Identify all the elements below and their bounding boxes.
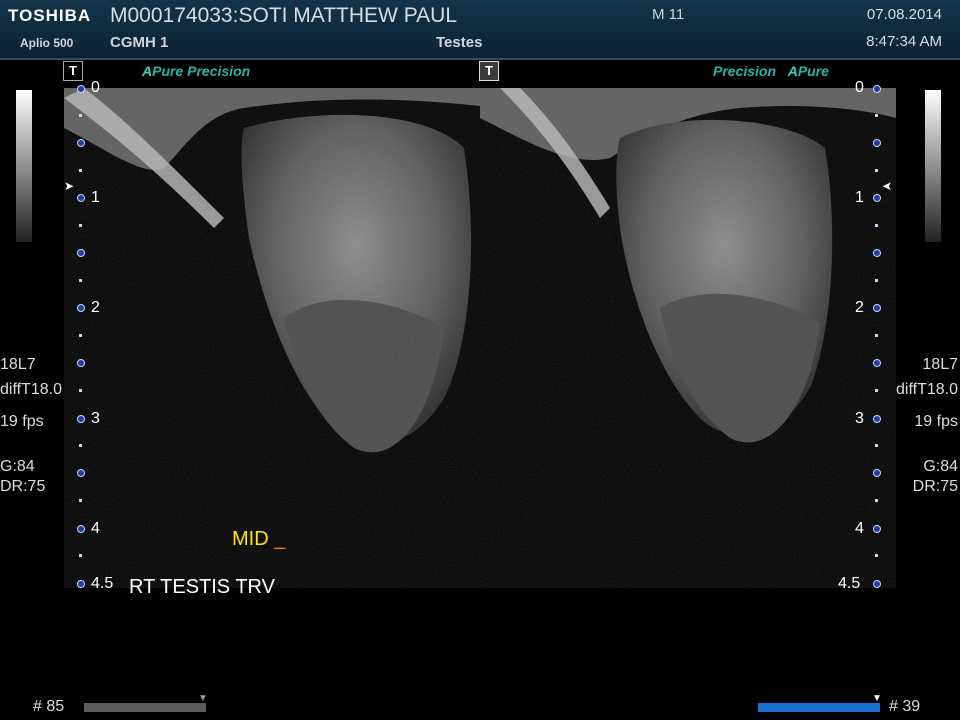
right-ultrasound-image[interactable] xyxy=(480,88,896,588)
depth-label: 4.5 xyxy=(838,575,861,592)
right-grayscale-bar xyxy=(925,90,941,242)
header-bar: TOSHIBA Aplio 500 M000174033:SOTI MATTHE… xyxy=(0,0,960,60)
mechanical-index: M 11 xyxy=(652,6,685,23)
apure-a-letter: A xyxy=(787,63,798,79)
depth-tick xyxy=(79,389,82,392)
focus-marker-icon[interactable]: ➤ xyxy=(882,179,892,193)
right-cine-bar[interactable] xyxy=(758,703,880,712)
depth-tick xyxy=(79,169,82,172)
depth-tick xyxy=(875,279,878,282)
depth-label: 1 xyxy=(855,189,864,206)
brand-logo: TOSHIBA xyxy=(8,6,92,25)
depth-tick xyxy=(875,169,878,172)
text-cursor: _ xyxy=(274,528,286,550)
apure-a-letter: A xyxy=(142,63,153,79)
depth-label: 3 xyxy=(91,410,100,427)
depth-tick xyxy=(875,389,878,392)
cine-pointer-icon: ▼ xyxy=(872,693,882,704)
depth-tick xyxy=(875,554,878,557)
depth-tick xyxy=(875,444,878,447)
left-transducer: 18L7 xyxy=(0,356,36,373)
annotation-mid-text: MID xyxy=(232,528,269,550)
t-mode-icon[interactable]: T xyxy=(63,61,83,81)
apure-text: Pure xyxy=(797,63,829,79)
depth-label: 4 xyxy=(91,520,100,537)
exam-time: 8:47:34 AM xyxy=(866,33,942,50)
left-mode-label: APure Precision xyxy=(142,63,250,79)
precision-text: Precision xyxy=(713,63,777,79)
exam-date: 07.08.2014 xyxy=(866,6,942,23)
left-dynamic-range: DR:75 xyxy=(0,478,46,495)
scanner-model: Aplio 500 xyxy=(20,36,74,50)
depth-label: 4 xyxy=(855,520,864,537)
depth-tick xyxy=(875,224,878,227)
right-transducer: 18L7 xyxy=(922,356,958,373)
right-dynamic-range: DR:75 xyxy=(912,478,958,495)
depth-label: 2 xyxy=(855,299,864,316)
right-cine-frame: # 39 xyxy=(889,698,921,715)
left-cine-frame: # 85 xyxy=(33,698,65,715)
left-ultrasound-image[interactable] xyxy=(64,88,480,588)
depth-tick xyxy=(79,554,82,557)
site-name: CGMH 1 xyxy=(110,34,169,51)
patient-id: M000174033:SOTI MATTHEW PAUL xyxy=(110,4,458,27)
annotation-mid[interactable]: MID _ xyxy=(232,528,285,551)
right-gain: G:84 xyxy=(923,458,958,475)
right-harmonic: diffT18.0 xyxy=(896,381,958,398)
depth-label: 2 xyxy=(91,299,100,316)
left-harmonic: diffT18.0 xyxy=(0,381,62,398)
t-mode-icon[interactable]: T xyxy=(479,61,499,81)
depth-tick xyxy=(79,334,82,337)
depth-label: 0 xyxy=(91,79,100,96)
left-frame-rate: 19 fps xyxy=(0,413,44,430)
depth-label: 0 xyxy=(855,79,864,96)
cine-pointer-icon: ▼ xyxy=(198,693,208,704)
precision-text: Precision xyxy=(187,63,251,79)
depth-tick xyxy=(875,499,878,502)
depth-tick xyxy=(875,334,878,337)
focus-marker-icon[interactable]: ➤ xyxy=(64,179,74,193)
depth-tick xyxy=(79,224,82,227)
annotation-label[interactable]: RT TESTIS TRV xyxy=(129,576,275,599)
left-cine-bar[interactable] xyxy=(84,703,206,712)
right-frame-rate: 19 fps xyxy=(914,413,958,430)
depth-tick xyxy=(79,499,82,502)
left-gain: G:84 xyxy=(0,458,35,475)
depth-tick xyxy=(875,114,878,117)
depth-tick xyxy=(79,444,82,447)
left-grayscale-bar xyxy=(16,90,32,242)
right-mode-label: Precision APure xyxy=(713,63,829,79)
apure-text: Pure xyxy=(152,63,184,79)
depth-tick xyxy=(79,114,82,117)
depth-label: 4.5 xyxy=(91,575,114,592)
depth-label: 1 xyxy=(91,189,100,206)
depth-tick xyxy=(79,279,82,282)
exam-preset: Testes xyxy=(436,34,483,51)
depth-label: 3 xyxy=(855,410,864,427)
